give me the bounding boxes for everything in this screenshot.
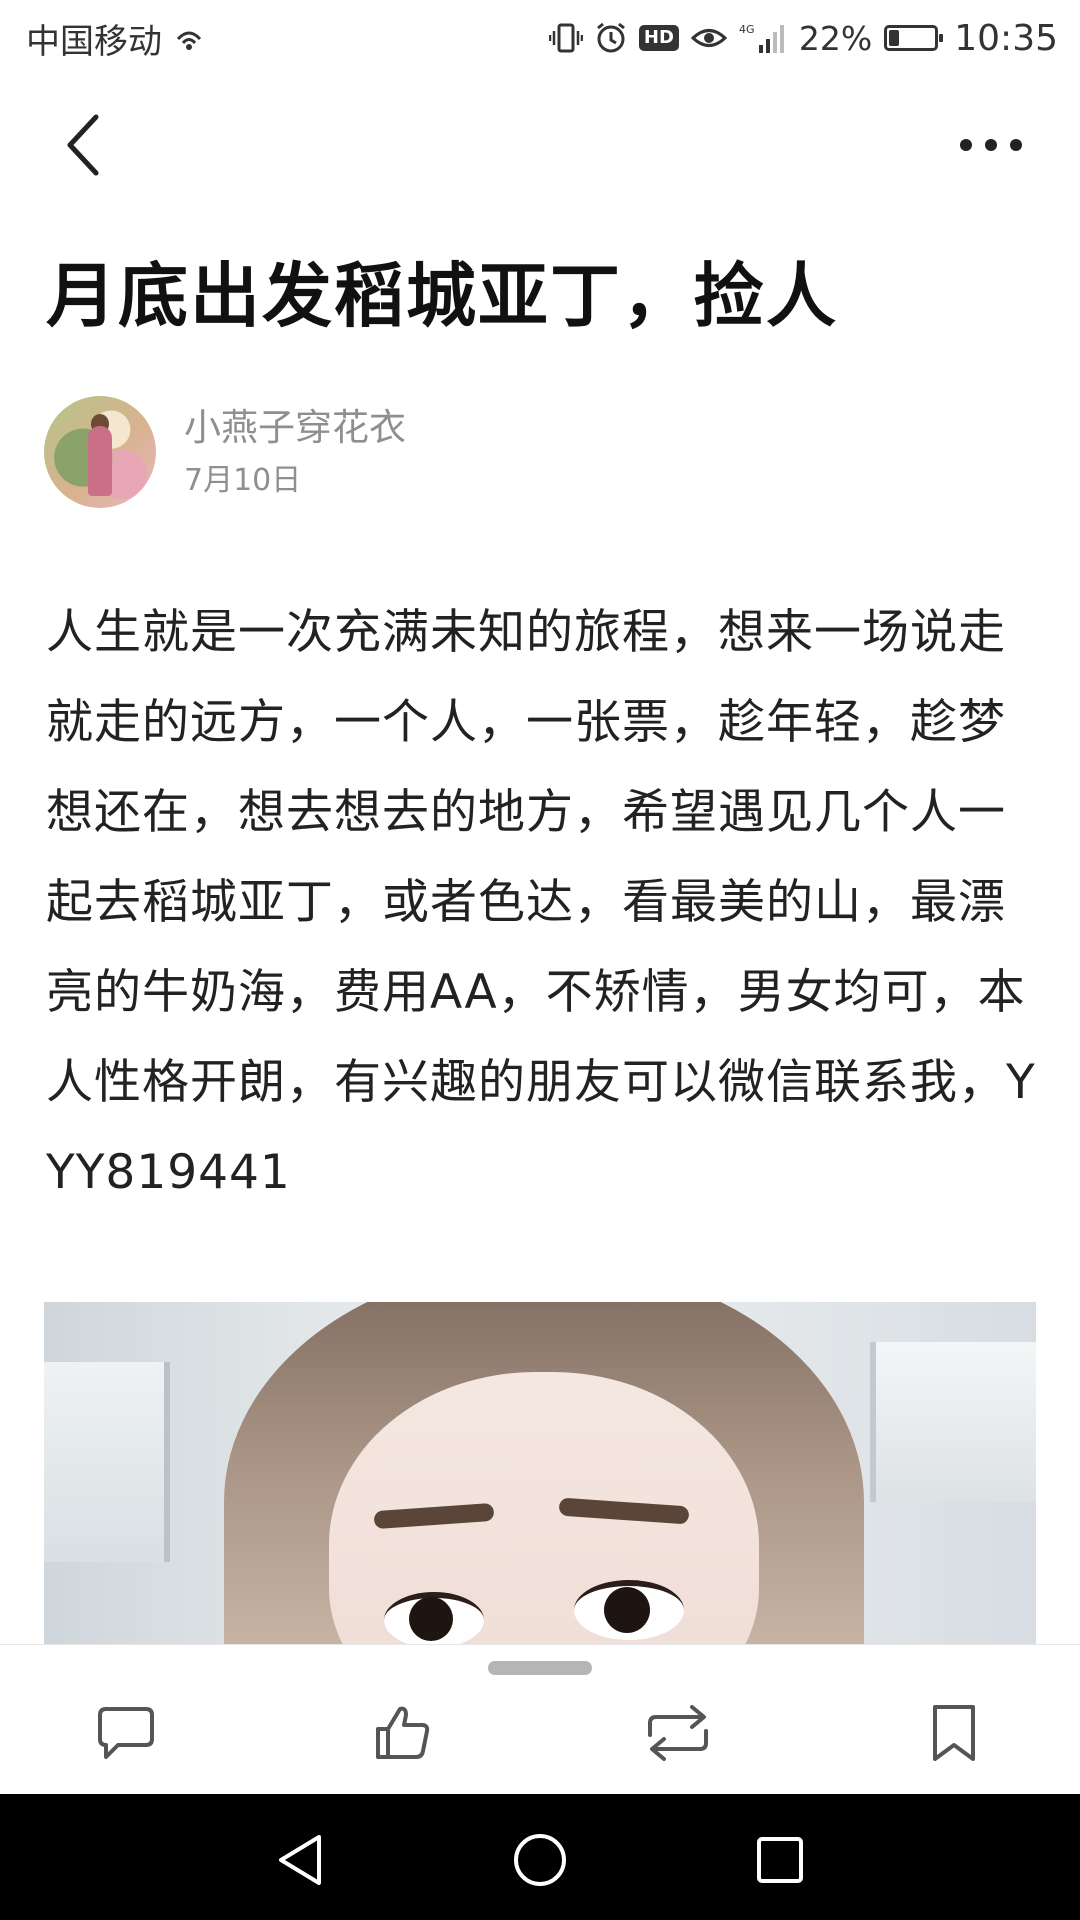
alarm-icon	[595, 22, 627, 54]
author-row[interactable]: 小燕子穿花衣 7月10日	[44, 396, 406, 508]
vibrate-icon	[548, 21, 583, 55]
recent-square-icon	[757, 1837, 803, 1883]
photo-pupil	[409, 1597, 453, 1641]
repost-button[interactable]	[638, 1693, 718, 1773]
top-toolbar	[0, 100, 1080, 190]
battery-icon	[884, 25, 944, 51]
status-bar: 中国移动 HD 4G 22% 10:35	[0, 0, 1080, 76]
avatar[interactable]	[44, 396, 156, 508]
chevron-left-icon	[67, 114, 99, 176]
author-meta: 小燕子穿花衣 7月10日	[184, 405, 406, 499]
action-bar	[0, 1644, 1080, 1795]
eye-comfort-icon	[690, 25, 727, 51]
back-triangle-icon	[279, 1835, 321, 1885]
bookmark-button[interactable]	[914, 1693, 994, 1773]
signal-icon: 4G	[739, 21, 787, 55]
post-title: 月底出发稻城亚丁，捡人	[46, 255, 838, 337]
network-label: 4G	[739, 23, 755, 36]
battery-fill	[889, 30, 900, 46]
drag-handle[interactable]	[488, 1661, 592, 1675]
hd-icon: HD	[638, 25, 679, 51]
photo-background-window	[870, 1342, 1036, 1502]
back-button[interactable]	[52, 110, 112, 180]
like-button[interactable]	[362, 1693, 442, 1773]
nav-home-button[interactable]	[500, 1820, 580, 1900]
post-body: 人生就是一次充满未知的旅程，想来一场说走就走的远方，一个人，一张票，趁年轻，趁梦…	[46, 605, 1036, 1200]
avatar-figure	[88, 426, 112, 496]
bookmark-icon	[933, 1705, 975, 1761]
nav-back-button[interactable]	[260, 1820, 340, 1900]
post-date: 7月10日	[184, 463, 302, 498]
author-name[interactable]: 小燕子穿花衣	[184, 405, 406, 451]
post-photo[interactable]	[44, 1302, 1036, 1644]
like-icon	[376, 1706, 430, 1759]
repost-icon	[648, 1705, 708, 1761]
comment-button[interactable]	[86, 1693, 166, 1773]
system-nav-bar	[0, 1794, 1080, 1920]
more-options-button[interactable]	[946, 110, 1036, 180]
clock: 10:35	[954, 17, 1058, 59]
wifi-call-icon	[174, 25, 204, 51]
nav-recent-button[interactable]	[740, 1820, 820, 1900]
photo-pupil	[604, 1587, 650, 1633]
carrier-label: 中国移动	[26, 21, 162, 62]
more-dots-icon	[960, 139, 1022, 151]
photo-background-window	[44, 1362, 170, 1562]
home-circle-icon	[514, 1834, 566, 1886]
comment-icon	[98, 1707, 154, 1759]
battery-percent: 22%	[798, 18, 873, 58]
